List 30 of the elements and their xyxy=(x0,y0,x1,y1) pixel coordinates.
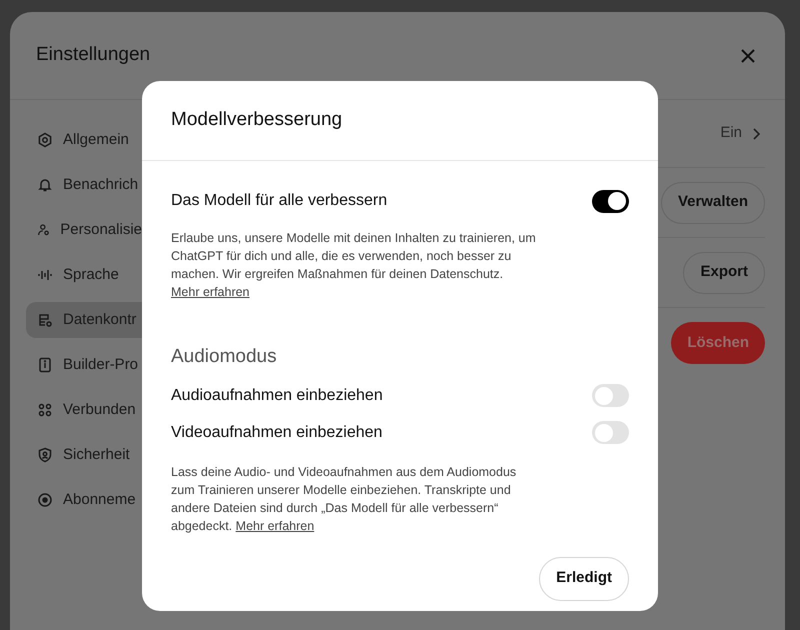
id-badge-icon xyxy=(37,357,53,373)
done-button[interactable]: Erledigt xyxy=(539,556,629,600)
toggle-switch[interactable] xyxy=(592,190,629,212)
toggle-switch[interactable] xyxy=(592,384,629,407)
setting-value: Ein xyxy=(720,123,742,144)
description-text: Lass deine Audio- und Videoaufnahmen aus dem Audiomodus zum Trainieren unserer Modelle einbeziehen. Transkripte und andere Dateien sind durch „Das Modell für alle verbessern“ abgedeckt. Mehr erfahren xyxy=(171,464,518,534)
description-text: Erlaube uns, unsere Modelle mit deinen Inhalten zu trainieren, um ChatGPT für dich und alle, die es verwenden, noch besser zu machen. Wir ergreifen Maßnahmen für deinen Datenschutz. Mehr erfahren xyxy=(171,230,537,301)
close-icon[interactable] xyxy=(741,48,755,62)
delete-button[interactable]: Löschen xyxy=(671,322,765,364)
toggle-label: Audioaufnahmen einbeziehen xyxy=(171,386,383,406)
learn-more-link[interactable]: Mehr erfahren xyxy=(171,285,250,299)
toggle-switch[interactable] xyxy=(592,421,629,444)
sidebar-item[interactable]: Datenkontr xyxy=(26,302,142,338)
learn-more-link[interactable]: Mehr erfahren xyxy=(236,518,314,532)
toggle-label: Das Modell für alle verbessern xyxy=(171,191,388,211)
dialog-title: Modellverbesserung xyxy=(171,108,342,132)
section-title: Audiomodus xyxy=(171,345,278,369)
database-icon xyxy=(37,312,53,328)
bell-icon xyxy=(37,177,53,193)
toggle-label: Videoaufnahmen einbeziehen xyxy=(171,422,382,442)
outline-button[interactable]: Export xyxy=(683,252,765,294)
outline-button[interactable]: Verwalten xyxy=(660,182,765,224)
shield-icon xyxy=(37,447,53,463)
chevron-right-icon[interactable] xyxy=(752,128,760,140)
gear-icon xyxy=(37,132,53,148)
waveform-icon xyxy=(37,267,53,283)
person-icon xyxy=(37,222,50,238)
apps-icon xyxy=(37,402,53,418)
target-icon xyxy=(37,492,53,508)
settings-title: Einstellungen xyxy=(36,43,150,68)
